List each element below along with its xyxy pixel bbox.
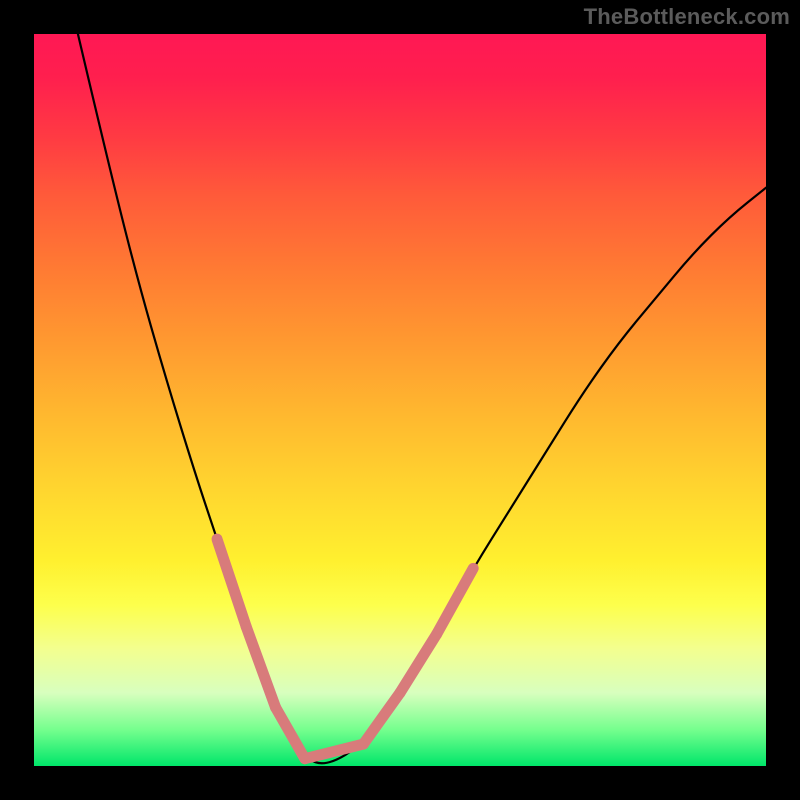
highlight-segment xyxy=(246,627,275,708)
chart-frame: TheBottleneck.com xyxy=(0,0,800,800)
highlight-segment xyxy=(276,707,305,758)
highlight-segment xyxy=(363,693,400,744)
highlight-markers xyxy=(217,539,473,759)
curve-layer xyxy=(34,34,766,766)
highlight-segment xyxy=(400,634,437,693)
watermark-text: TheBottleneck.com xyxy=(584,4,790,30)
plot-area xyxy=(34,34,766,766)
highlight-segment xyxy=(305,744,364,759)
highlight-segment xyxy=(217,539,246,627)
highlight-segment xyxy=(437,568,474,634)
